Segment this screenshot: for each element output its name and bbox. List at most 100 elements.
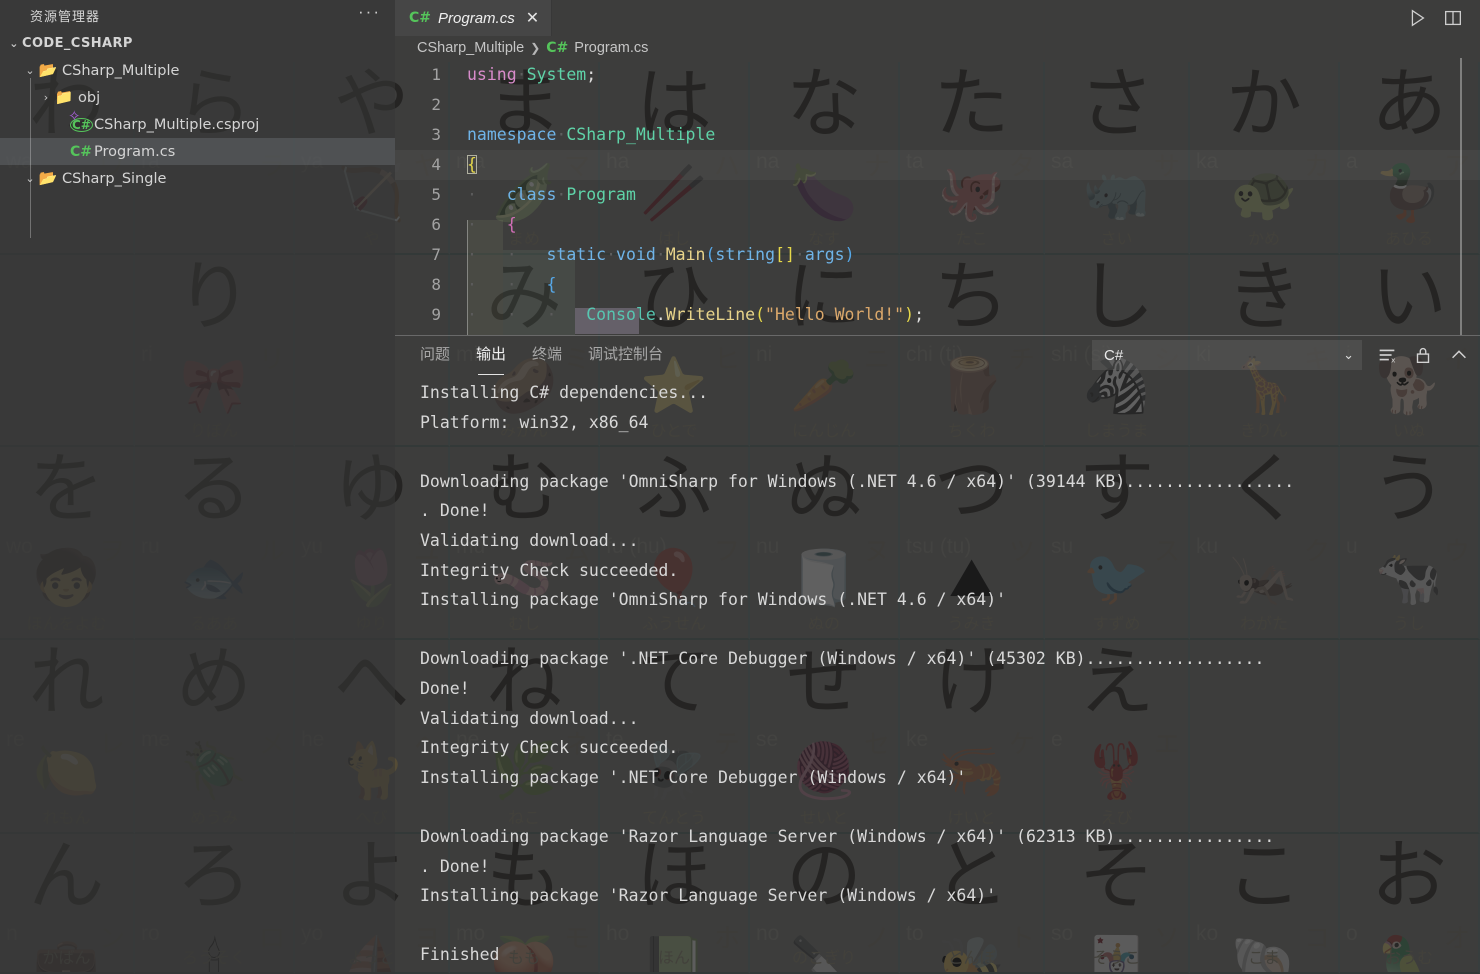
chevron-right-icon[interactable]: › [38, 91, 54, 104]
code-line: 3 namespace·CSharp_Multiple [395, 120, 1480, 150]
line-number: 5 [431, 185, 441, 204]
lock-icon[interactable] [1412, 344, 1434, 366]
panel-header: 问题 输出 终端 调试控制台 C# ⌄ x [395, 336, 1480, 378]
output-channel-value: C# [1104, 346, 1124, 364]
tree-item-csharp-multiple-csproj[interactable]: ·✧C#CSharp_Multiple.csproj [0, 107, 395, 138]
csharp-file-icon: C# [546, 40, 569, 56]
panel-tab-问题[interactable]: 问题 [420, 343, 450, 371]
explorer-root-folder[interactable]: ⌄ CODE_CSHARP [0, 30, 395, 57]
bottom-panel: 问题 输出 终端 调试控制台 C# ⌄ x Installing C# depe… [395, 335, 1480, 974]
folder-open-icon: 📂 [38, 169, 58, 187]
editor-tab-bar: C# Program.cs ✕ [395, 0, 1480, 36]
code-line: 5 · class·Program [395, 180, 1480, 210]
code-line: 6 · { [395, 210, 1480, 240]
breadcrumb: CSharp_Multiple ❯ C# Program.cs [395, 36, 1480, 60]
split-editor-icon[interactable] [1442, 7, 1464, 29]
run-icon[interactable] [1406, 7, 1428, 29]
line-content: · · { [467, 275, 557, 294]
output-line: Integrity Check succeeded. [420, 560, 679, 580]
line-content: · { [467, 215, 517, 234]
line-number: 8 [431, 275, 441, 294]
code-lines: 1 using·System; 2 3 namespace·CSharp_Multipl… [395, 60, 1480, 330]
output-line: Installing C# dependencies... [420, 383, 709, 402]
explorer-root-label: CODE_CSHARP [22, 36, 133, 51]
output-line: . Done! [420, 856, 490, 876]
panel-tab-输出[interactable]: 输出 [476, 343, 506, 375]
output-line: Downloading package 'OmniSharp for Windo… [420, 471, 1295, 491]
close-icon[interactable]: ✕ [526, 8, 539, 28]
panel-actions: C# ⌄ x [1092, 340, 1470, 370]
tree-item-csharp-multiple[interactable]: ⌄ 📂 CSharp_Multiple [0, 57, 395, 84]
line-number: 4 [431, 155, 441, 174]
explorer-sidebar: 资源管理器 ··· ⌄ CODE_CSHARP ⌄ 📂 CSharp_Multipl… [0, 0, 395, 974]
tree-item-program-cs[interactable]: ·C#Program.cs [0, 138, 395, 165]
line-number: 9 [431, 305, 441, 324]
tab-program-cs[interactable]: C# Program.cs ✕ [395, 0, 553, 36]
output-line: . Done! [420, 501, 490, 521]
csproj-icon: ✧ C# [68, 107, 93, 132]
line-content: · · · Console.WriteLine("Hello World!"); [467, 305, 924, 324]
chevron-down-icon[interactable]: ⌄ [6, 37, 22, 50]
chevron-down-icon[interactable]: ⌄ [22, 64, 38, 77]
breadcrumb-item-folder[interactable]: CSharp_Multiple [417, 40, 524, 56]
chevron-up-icon[interactable] [1448, 344, 1470, 366]
more-actions-icon[interactable]: ··· [354, 3, 385, 23]
file-tree: ⌄📂CSharp_Multiple›📁obj·✧C#CSharp_Multipl… [0, 57, 395, 192]
output-line: Installing package '.NET Core Debugger (… [420, 767, 967, 787]
panel-tab-调试控制台[interactable]: 调试控制台 [588, 343, 663, 371]
code-line: 1 using·System; [395, 60, 1480, 90]
tree-item-label: CSharp_Multiple.csproj [94, 116, 260, 133]
code-line: 2 [395, 90, 1480, 120]
code-editor[interactable]: 1 using·System; 2 3 namespace·CSharp_Multipl… [395, 60, 1480, 335]
folder-icon: 📁 [54, 88, 74, 106]
code-line: 7 · · static·void·Main(string[]·args) [395, 240, 1480, 270]
editor-vertical-scrollbar[interactable] [1460, 58, 1462, 335]
line-number: 1 [431, 65, 441, 84]
clear-output-icon[interactable]: x [1376, 344, 1398, 366]
line-content: · · static·void·Main(string[]·args) [467, 245, 855, 264]
output-line: Downloading package 'Razor Language Serv… [420, 826, 1275, 846]
line-content: using·System; [467, 65, 597, 84]
line-number: 6 [431, 215, 441, 234]
editor-actions [1390, 0, 1480, 36]
csharp-file-icon: C# [70, 144, 93, 160]
output-line: Installing package 'OmniSharp for Window… [420, 590, 1007, 610]
line-content: namespace·CSharp_Multiple [467, 125, 716, 144]
line-content: { [467, 155, 477, 174]
output-line: Installing package 'Razor Language Serve… [420, 886, 997, 906]
panel-tabs: 问题 输出 终端 调试控制台 [395, 343, 663, 375]
output-line: Platform: win32, x86_64 [420, 412, 649, 432]
svg-text:x: x [1391, 355, 1396, 364]
output-channel-select[interactable]: C# ⌄ [1092, 340, 1362, 370]
csharp-file-icon: C# [409, 10, 432, 26]
tree-item-csharp-single[interactable]: ⌄ 📂 CSharp_Single [0, 165, 395, 192]
tree-item-label: obj [78, 89, 101, 106]
output-console[interactable]: Installing C# dependencies... Platform: w… [395, 378, 1480, 974]
breadcrumb-item-file[interactable]: Program.cs [574, 40, 648, 56]
tree-item-label: Program.cs [94, 143, 176, 160]
panel-tab-终端[interactable]: 终端 [532, 343, 562, 371]
output-line: Finished [420, 945, 500, 965]
tab-bar-spacer [552, 0, 1390, 36]
tree-item-label: CSharp_Single [62, 170, 167, 187]
tree-item-obj[interactable]: › 📁 obj [0, 84, 395, 111]
sidebar-title: 资源管理器 [30, 9, 101, 25]
editor-area: C# Program.cs ✕ CSharp_Multiple ❯ C# Pro… [395, 0, 1480, 335]
chevron-down-icon: ⌄ [1343, 347, 1354, 362]
tree-indent-guide [30, 78, 31, 238]
sidebar-header: 资源管理器 ··· [0, 0, 395, 30]
line-content: · class·Program [467, 185, 636, 204]
code-line: 4{ [395, 150, 1480, 180]
output-line: Done! [420, 678, 470, 698]
output-line: Integrity Check succeeded. [420, 738, 679, 758]
code-line: 9 · · · Console.WriteLine("Hello World!")… [395, 300, 1480, 330]
line-number: 2 [431, 95, 441, 114]
output-line: Validating download... [420, 530, 639, 550]
tree-item-label: CSharp_Multiple [62, 62, 180, 79]
tab-label: Program.cs [438, 9, 515, 27]
folder-open-icon: 📂 [38, 61, 58, 79]
